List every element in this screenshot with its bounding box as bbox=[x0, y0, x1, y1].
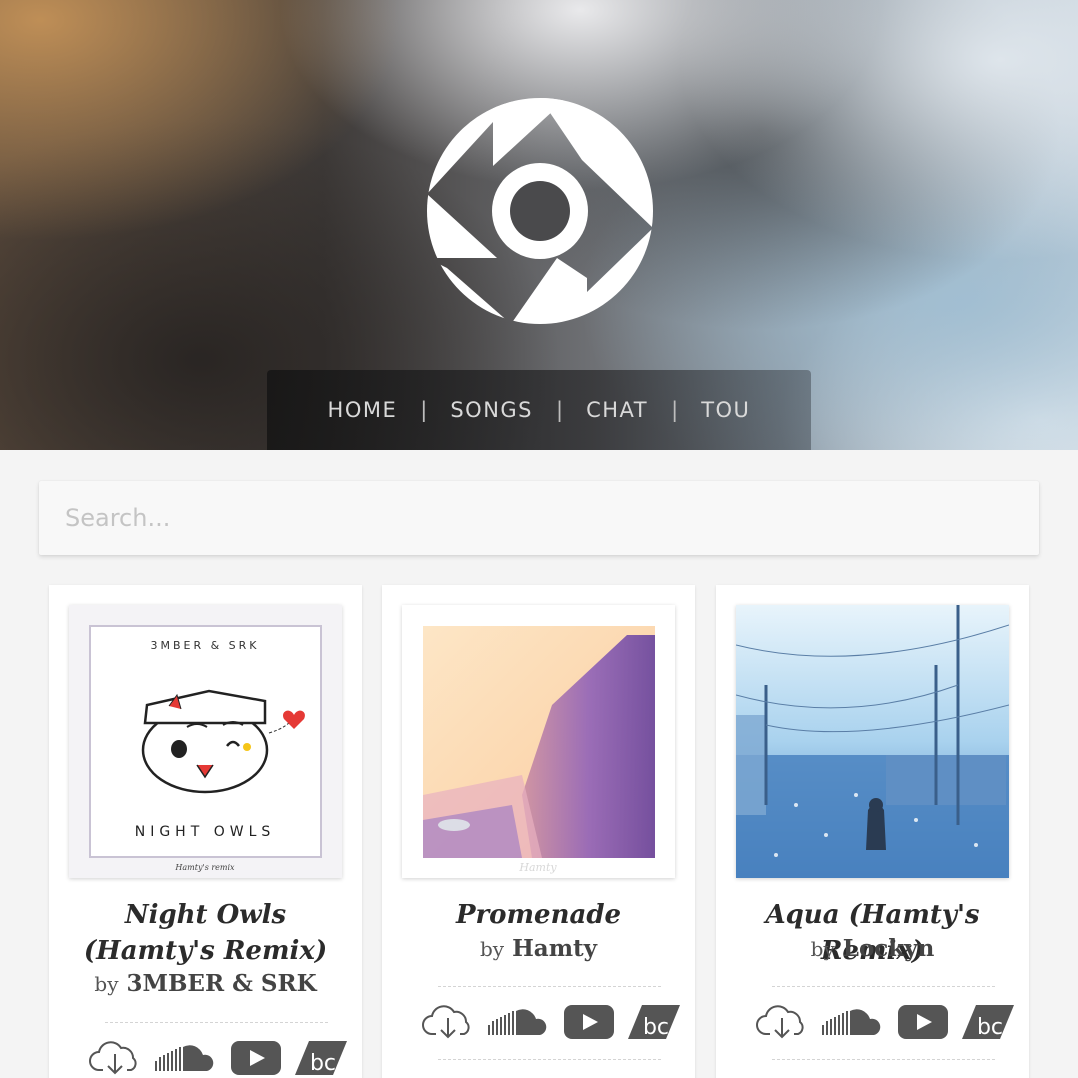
youtube-icon[interactable] bbox=[898, 1005, 948, 1039]
soundcloud-icon[interactable] bbox=[822, 1007, 884, 1037]
download-cloud-icon[interactable] bbox=[422, 1004, 474, 1040]
divider bbox=[772, 986, 995, 987]
nav-separator: | bbox=[556, 398, 564, 422]
search-box bbox=[39, 481, 1039, 555]
download-cloud-icon[interactable] bbox=[756, 1004, 808, 1040]
bandcamp-icon[interactable]: bc bbox=[962, 1005, 1014, 1039]
divider bbox=[772, 1059, 995, 1060]
soundcloud-icon[interactable] bbox=[155, 1043, 217, 1073]
divider bbox=[438, 1059, 661, 1060]
song-artist[interactable]: by 3MBER & SRK bbox=[59, 970, 352, 997]
song-links: bc bbox=[422, 1004, 680, 1040]
song-links: bc bbox=[756, 1004, 1014, 1040]
song-title[interactable]: Promenade bbox=[392, 897, 685, 933]
youtube-icon[interactable] bbox=[231, 1041, 281, 1075]
cover-credit-text: Hamty's remix bbox=[174, 863, 235, 872]
download-cloud-icon[interactable] bbox=[89, 1040, 141, 1076]
nav-home-link[interactable]: HOME bbox=[320, 398, 406, 422]
main-nav: HOME | SONGS | CHAT | TOU bbox=[267, 370, 811, 450]
svg-text:bc: bc bbox=[977, 1015, 1003, 1039]
soundcloud-icon[interactable] bbox=[488, 1007, 550, 1037]
album-cover[interactable]: 3MBER & SRK NIGHT OWLS Hamty's remix bbox=[69, 605, 342, 878]
hero-banner: HOME | SONGS | CHAT | TOU bbox=[0, 0, 1078, 450]
song-links: bc bbox=[89, 1040, 347, 1076]
artist-name[interactable]: Hamty bbox=[512, 935, 597, 962]
song-card: Aqua (Hamty's Remix) by Lockyn bc bbox=[716, 585, 1029, 1078]
nav-tou-link[interactable]: TOU bbox=[693, 398, 758, 422]
cover-top-text: 3MBER & SRK bbox=[150, 639, 259, 652]
song-artist[interactable]: by Hamty bbox=[392, 935, 685, 962]
by-label: by bbox=[479, 937, 505, 961]
divider bbox=[105, 1022, 328, 1023]
svg-text:bc: bc bbox=[310, 1051, 336, 1075]
nav-chat-link[interactable]: CHAT bbox=[578, 398, 656, 422]
bandcamp-icon[interactable]: bc bbox=[295, 1041, 347, 1075]
search-input[interactable] bbox=[39, 481, 1039, 555]
song-card: Hamty Promenade by Hamty bc bbox=[382, 585, 695, 1078]
nav-separator: | bbox=[420, 398, 428, 422]
by-label: by bbox=[94, 972, 119, 996]
nav-songs-link[interactable]: SONGS bbox=[442, 398, 541, 422]
song-artist[interactable]: by Lockyn bbox=[726, 935, 1019, 962]
nav-separator: | bbox=[671, 398, 679, 422]
cover-credit-text: Hamty bbox=[518, 861, 557, 874]
song-title[interactable]: Night Owls (Hamty's Remix) bbox=[59, 897, 352, 969]
artist-name[interactable]: Lockyn bbox=[843, 935, 935, 962]
artist-name[interactable]: 3MBER & SRK bbox=[127, 970, 317, 997]
album-cover[interactable]: Hamty bbox=[402, 605, 675, 878]
cover-bottom-text: NIGHT OWLS bbox=[135, 824, 276, 840]
bandcamp-icon[interactable]: bc bbox=[628, 1005, 680, 1039]
svg-text:bc: bc bbox=[643, 1015, 669, 1039]
by-label: by bbox=[810, 937, 835, 961]
song-card: 3MBER & SRK NIGHT OWLS Hamty's remix Nig… bbox=[49, 585, 362, 1078]
album-cover[interactable] bbox=[736, 605, 1009, 878]
divider bbox=[438, 986, 661, 987]
youtube-icon[interactable] bbox=[564, 1005, 614, 1039]
site-logo-icon[interactable] bbox=[427, 98, 653, 324]
